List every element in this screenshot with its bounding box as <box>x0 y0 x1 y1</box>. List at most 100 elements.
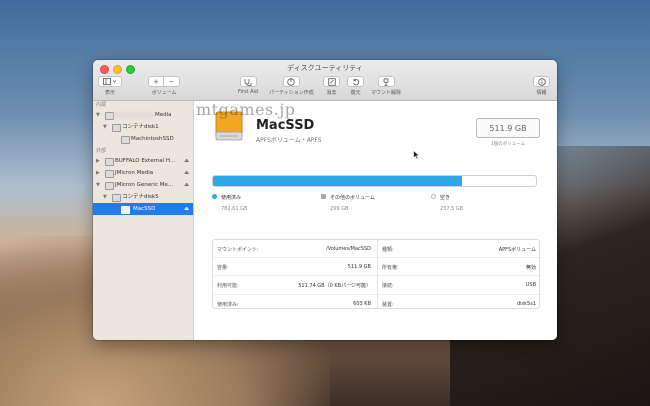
restore-label: 復元 <box>350 90 361 96</box>
view-button[interactable]: 表示 <box>98 76 122 96</box>
unmount-button[interactable]: マウント解除 <box>371 76 401 96</box>
titlebar: ディスクユーティリティ 表示 + − ボリューム First Aid パーティシ… <box>93 60 557 101</box>
info-label: 情報 <box>536 90 547 96</box>
restore-button[interactable]: 復元 <box>347 76 364 96</box>
legend-label-other: その他のボリューム <box>330 195 375 201</box>
window-title: ディスクユーティリティ <box>287 64 363 72</box>
volume-size-subtitle: 1個のボリューム <box>490 142 526 147</box>
internal-disk-icon <box>105 112 114 120</box>
sidebar-toggle-icon <box>103 78 117 85</box>
info-key: 種類: <box>382 247 394 253</box>
volume-icon <box>121 206 130 214</box>
usage-bar-fill <box>213 176 462 186</box>
info-value: APFSボリューム <box>498 247 536 253</box>
info-value: 無効 <box>525 265 536 272</box>
info-value: /Volumes/MacSSD <box>326 246 371 252</box>
container-icon <box>112 124 121 132</box>
sidebar-item-label: コンテナdisk5 <box>122 194 159 200</box>
external-disk-icon <box>105 158 114 166</box>
partition-button[interactable]: パーティション作成 <box>269 76 314 96</box>
info-icon <box>537 77 546 86</box>
info-key: 利用可能: <box>217 283 239 290</box>
volume-name: MacSSD <box>256 118 315 133</box>
info-row: 接続: USB <box>378 276 542 295</box>
sidebar-item-label: JMicron Generic Me... <box>115 182 174 188</box>
info-table: マウントポイント: /Volumes/MacSSD 容量: 511.9 GB 利用可… <box>212 239 542 309</box>
info-key: 容量: <box>217 265 229 272</box>
legend-dot-used <box>212 194 217 199</box>
volume-icon <box>121 136 130 144</box>
legend-free: 空き 237.5 GB <box>431 194 463 212</box>
sidebar-item-buffalo[interactable]: ▶ BUFFALO External H... ⏏ <box>93 155 193 167</box>
legend-other-volumes: その他のボリューム 299 GB <box>321 194 375 212</box>
info-key: マウントポイント: <box>217 247 259 253</box>
usage-bar <box>212 175 537 187</box>
volume-group: + − ボリューム <box>148 76 180 96</box>
info-value: 603 KB <box>353 300 371 307</box>
info-value: 511.74 GB（0 KBパージ可能） <box>298 283 371 290</box>
sidebar-item-jmicron-generic[interactable]: ▼ JMicron Generic Me... ⏏ <box>93 179 193 191</box>
sidebar-item-jmicron-media[interactable]: ▶ JMicron Media ⏏ <box>93 167 193 179</box>
sidebar-header-internal: 内蔵 <box>96 102 107 108</box>
info-key: 使用済み: <box>217 301 239 308</box>
info-column-right: 種類: APFSボリューム 所有権: 無効 接続: USB 装置: disk5s1 <box>377 240 542 308</box>
disclosure-triangle-icon[interactable]: ▼ <box>103 121 107 133</box>
disclosure-triangle-icon[interactable]: ▼ <box>103 191 107 203</box>
info-button[interactable]: 情報 <box>533 76 550 96</box>
sidebar-item-container-disk1[interactable]: ▼ コンテナdisk1 <box>93 121 193 133</box>
info-column-left: マウントポイント: /Volumes/MacSSD 容量: 511.9 GB 利用可… <box>213 240 377 308</box>
erase-icon <box>327 77 336 86</box>
sidebar-item-label: コンテナdisk1 <box>122 124 159 130</box>
sidebar-item-label: Media <box>155 112 172 118</box>
info-key: 所有権: <box>382 265 399 272</box>
first-aid-button[interactable]: First Aid <box>238 76 258 95</box>
legend-dot-free <box>431 194 436 199</box>
info-row: 使用済み: 603 KB <box>213 295 377 312</box>
sidebar-item-label: BUFFALO External H... <box>115 158 176 164</box>
volume-label: ボリューム <box>151 90 177 96</box>
unmount-label: マウント解除 <box>371 90 402 96</box>
external-disk-icon <box>105 170 114 178</box>
legend-value-other: 299 GB <box>330 206 349 212</box>
unmount-icon <box>383 77 389 86</box>
eject-icon[interactable]: ⏏ <box>184 203 189 215</box>
eject-icon[interactable]: ⏏ <box>184 167 189 179</box>
volume-size-box: 511.9 GB <box>476 118 540 138</box>
remove-volume-button[interactable]: − <box>164 76 180 87</box>
add-volume-button[interactable]: + <box>148 76 164 87</box>
info-value: disk5s1 <box>516 300 536 307</box>
info-value: USB <box>525 282 536 289</box>
legend-dot-other <box>321 194 326 199</box>
disclosure-triangle-icon[interactable]: ▶ <box>96 167 100 179</box>
disclosure-triangle-icon[interactable]: ▼ <box>96 109 100 121</box>
legend-label-used: 使用済み <box>221 195 242 201</box>
container-icon <box>112 194 121 202</box>
restore-icon <box>352 78 359 85</box>
stethoscope-icon <box>244 78 251 86</box>
first-aid-label: First Aid <box>238 89 259 95</box>
info-key: 装置: <box>382 301 394 308</box>
legend-value-free: 237.5 GB <box>440 206 464 212</box>
erase-button[interactable]: 消去 <box>323 76 340 96</box>
disk-utility-window: ディスクユーティリティ 表示 + − ボリューム First Aid パーティシ… <box>93 60 557 340</box>
eject-icon[interactable]: ⏏ <box>184 179 189 191</box>
info-row: 利用可能: 511.74 GB（0 KBパージ可能） <box>213 276 377 295</box>
erase-label: 消去 <box>326 90 337 96</box>
info-row: 所有権: 無効 <box>378 258 542 277</box>
sidebar-item-container-disk5[interactable]: ▼ コンテナdisk5 <box>93 191 193 203</box>
info-row: 容量: 511.9 GB <box>213 258 377 277</box>
sidebar-item-internal-media[interactable]: ▼ Media <box>93 109 193 121</box>
disclosure-triangle-icon[interactable]: ▼ <box>96 179 100 191</box>
sidebar-item-machintoshssd[interactable]: MachintoshSSD <box>93 133 193 145</box>
sidebar-item-label: JMicron Media <box>115 170 154 176</box>
sidebar-item-macssd[interactable]: MacSSD ⏏ <box>93 203 193 215</box>
volume-subtitle: APFSボリューム・APFS <box>256 137 322 144</box>
sidebar-item-label: MacSSD <box>133 206 156 212</box>
legend-label-free: 空き <box>440 195 451 201</box>
disclosure-triangle-icon[interactable]: ▶ <box>96 155 100 167</box>
sidebar: 内蔵 ▼ Media ▼ コンテナdisk1 MachintoshSSD 外部 … <box>93 101 194 340</box>
mouse-cursor-icon <box>413 150 420 160</box>
eject-icon[interactable]: ⏏ <box>184 155 189 167</box>
redacted-label-blur <box>114 112 154 118</box>
info-key: 接続: <box>382 283 394 290</box>
